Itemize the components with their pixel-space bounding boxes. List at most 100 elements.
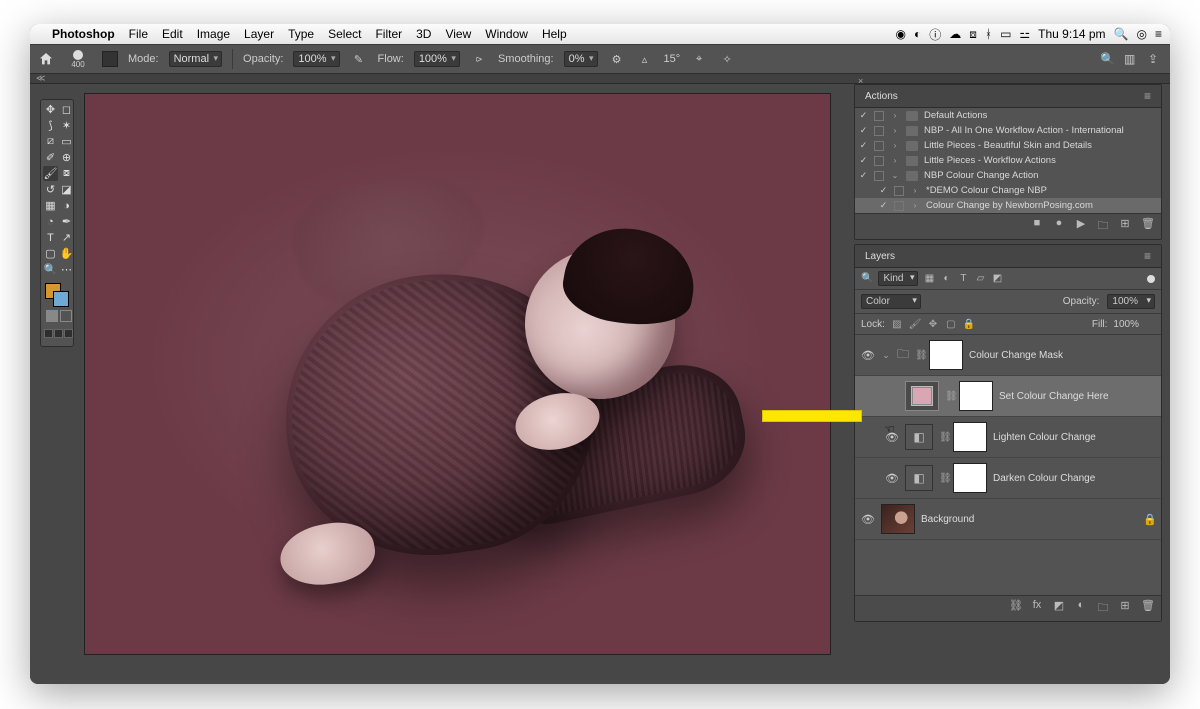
expand-icon[interactable]: › [890,156,900,165]
adjustment-thumbnail[interactable]: ◧ [905,424,933,450]
mask-thumbnail[interactable] [953,422,987,452]
type-tool[interactable]: T [43,230,58,245]
filter-pixel-icon[interactable]: ▦ [923,273,935,285]
visibility-toggle[interactable]: 👁 [861,349,875,362]
file-menu[interactable]: File [129,27,148,41]
collapse-icon[interactable]: ⌄ [890,171,900,180]
layer-row-background[interactable]: 👁 Background 🔒 [855,499,1161,540]
new-action-icon[interactable]: ⊞ [1119,217,1131,236]
flow-input[interactable]: 100% [414,51,460,67]
actions-panel-tab[interactable]: Actions ≡ [855,85,1161,108]
expand-icon[interactable]: › [890,126,900,135]
dialog-toggle[interactable] [874,126,884,136]
mask-thumbnail[interactable] [929,340,963,370]
brush-tool[interactable]: 🖌 [43,166,58,181]
hand-tool[interactable]: ✋ [59,246,74,261]
pressure-size-icon[interactable]: ⌖ [690,50,708,68]
eyedropper-tool[interactable]: ✐ [43,150,58,165]
add-adjustment-icon[interactable]: ◐ [1075,599,1087,618]
screenmode-toggle[interactable] [43,329,74,344]
new-set-icon[interactable]: 🗀 [1097,217,1109,236]
opacity-input[interactable]: 100% [293,51,339,67]
blend-mode-select[interactable]: Color [861,294,921,309]
stamp-tool[interactable]: ⧇ [59,166,74,181]
disclosure-icon[interactable]: ⌄ [881,350,891,361]
trash-icon[interactable]: 🗑 [1141,217,1153,236]
lasso-tool[interactable]: ⟆ [43,118,58,133]
layer-row[interactable]: 👁 ◧ ⛓ Lighten Colour Change [855,417,1161,458]
dialog-toggle[interactable] [874,141,884,151]
expand-icon[interactable]: › [890,111,900,120]
expand-icon[interactable]: › [910,201,920,210]
action-item[interactable]: ✓⌄ NBP Colour Change Action [855,168,1161,183]
document-canvas[interactable] [85,94,830,654]
airbrush-icon[interactable]: ⪧ [470,50,488,68]
history-brush-tool[interactable]: ↺ [43,182,58,197]
healing-tool[interactable]: ⊕ [59,150,74,165]
siri-icon[interactable]: ◎ [1137,27,1147,41]
layer-name[interactable]: Darken Colour Change [993,473,1155,484]
record-icon[interactable]: ● [1053,217,1065,236]
filter-kind-select[interactable]: Kind [878,271,918,286]
tab-toggle-icon[interactable]: ≪ [36,73,45,84]
mask-thumbnail[interactable] [959,381,993,411]
opacity-input[interactable]: 100% [1107,294,1155,309]
eraser-tool[interactable]: ◪ [59,182,74,197]
filter-smart-icon[interactable]: ◩ [991,273,1003,285]
brush-angle-icon[interactable]: ▵ [636,50,654,68]
brush-tool-preset-icon[interactable] [102,51,118,67]
dialog-toggle[interactable] [874,156,884,166]
fill-input[interactable]: 100% [1113,319,1155,330]
blur-tool[interactable]: ◑ [59,198,74,213]
panel-collapse-icon[interactable]: × [858,76,863,86]
pressure-opacity-icon[interactable]: ✎ [350,50,368,68]
lock-transparent-icon[interactable]: ▨ [891,318,903,330]
blend-mode-select[interactable]: Normal [169,51,222,67]
layer-thumbnail[interactable] [881,504,915,534]
view-menu[interactable]: View [445,27,471,41]
menubar-clock[interactable]: Thu 9:14 pm [1038,27,1105,41]
pen-tool[interactable]: ✒ [59,214,74,229]
expand-icon[interactable]: › [910,186,920,195]
action-item[interactable]: ✓› Default Actions [855,108,1161,123]
lock-icon[interactable]: 🔒 [1143,513,1155,526]
adjustment-thumbnail[interactable]: ◧ [905,465,933,491]
dialog-toggle[interactable] [874,111,884,121]
lock-paint-icon[interactable]: 🖌 [909,318,921,330]
smoothing-input[interactable]: 0% [564,51,598,67]
quick-select-tool[interactable]: ✶ [59,118,74,133]
brush-angle-value[interactable]: 15° [664,53,681,65]
select-menu[interactable]: Select [328,27,361,41]
notifications-icon[interactable]: ≡ [1155,27,1162,41]
visibility-toggle[interactable]: 👁 [861,513,875,526]
check-icon[interactable]: ✓ [879,200,888,211]
lock-all-icon[interactable]: 🔒 [963,318,975,330]
layers-panel-tab[interactable]: Layers ≡ [855,245,1161,268]
layer-menu[interactable]: Layer [244,27,274,41]
spotlight-icon[interactable]: 🔍 [1114,27,1129,41]
add-mask-icon[interactable]: ◩ [1053,599,1065,618]
dialog-toggle[interactable] [874,171,884,181]
app-menu[interactable]: Photoshop [52,27,115,41]
shape-tool[interactable]: ▢ [43,246,58,261]
trash-icon[interactable]: 🗑 [1141,599,1153,618]
check-icon[interactable]: ✓ [859,125,868,136]
new-layer-icon[interactable]: ⊞ [1119,599,1131,618]
action-item[interactable]: ✓› *DEMO Colour Change NBP [855,183,1161,198]
document-tabstrip[interactable]: ≪ [30,74,1170,84]
path-tool[interactable]: ↗ [59,230,74,245]
layer-group-row[interactable]: 👁 ⌄ 🗀 ⛓ Colour Change Mask [855,335,1161,376]
move-tool[interactable]: ✥ [43,102,58,117]
3d-menu[interactable]: 3D [416,27,431,41]
actions-panel-menu-icon[interactable]: ≡ [1144,89,1151,103]
action-item[interactable]: ✓› Little Pieces - Workflow Actions [855,153,1161,168]
new-group-icon[interactable]: 🗀 [1097,599,1109,618]
check-icon[interactable]: ✓ [879,185,888,196]
fx-icon[interactable]: fx [1031,599,1043,618]
symmetry-icon[interactable]: ✧ [718,50,736,68]
background-color[interactable] [53,291,69,307]
layers-panel-menu-icon[interactable]: ≡ [1144,249,1151,263]
dodge-tool[interactable]: ◔ [43,214,58,229]
search-icon[interactable]: 🔍 [861,273,873,284]
marquee-tool[interactable]: ◻ [59,102,74,117]
